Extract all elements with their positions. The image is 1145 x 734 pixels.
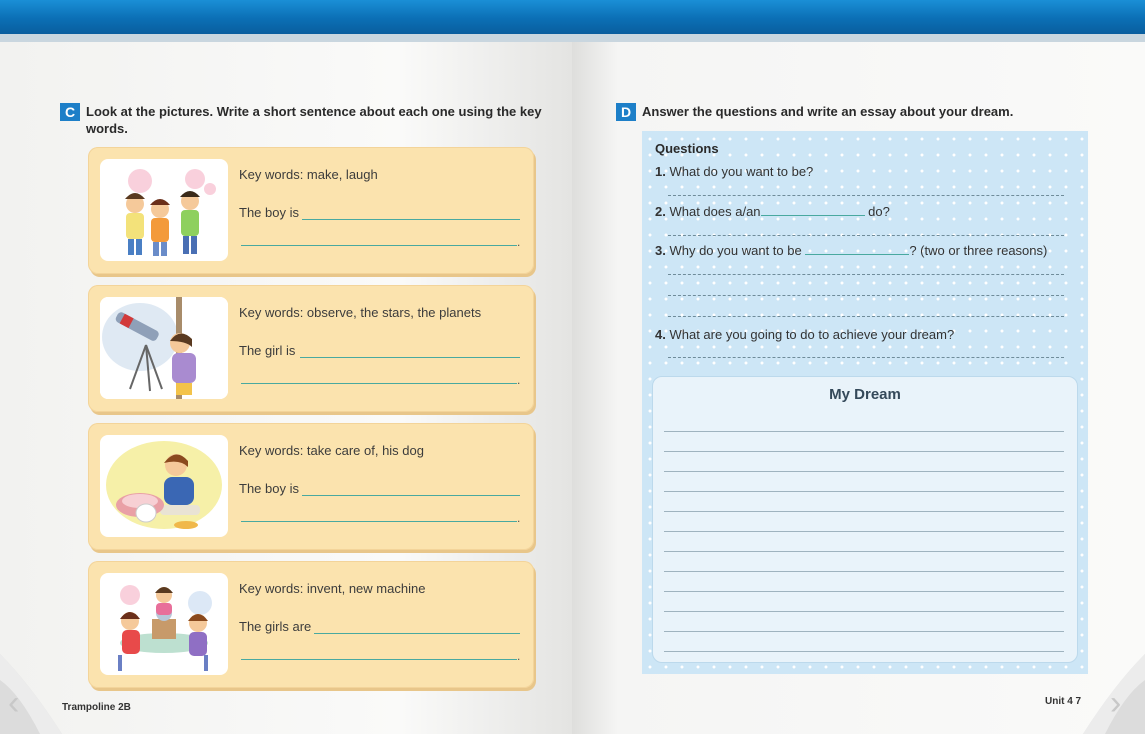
card-1-keywords: Key words: make, laugh [239, 167, 378, 182]
card-3-prompt: The boy is [239, 481, 299, 496]
section-d-badge: D [616, 103, 636, 121]
exercise-card-2: Key words: observe, the stars, the plane… [88, 285, 534, 412]
question-4-answer-line[interactable] [668, 357, 1064, 358]
chevron-right-icon[interactable]: › [1110, 684, 1121, 723]
exercise-card-4: Key words: invent, new machine The girls… [88, 561, 534, 688]
exercise-card-3: Key words: take care of, his dog The boy… [88, 423, 534, 550]
card-3-answer-line-2[interactable] [241, 521, 517, 522]
question-2-text-after: do? [868, 204, 890, 219]
card-4-answer-line-1[interactable] [314, 633, 520, 634]
section-d-instruction: Answer the questions and write an essay … [642, 104, 1014, 119]
question-1-number: 1. [655, 164, 666, 179]
question-3: 3. Why do you want to be ? (two or three… [655, 243, 1047, 258]
question-3-text-after: ? (two or three reasons) [909, 243, 1048, 258]
exercise-card-1: Key words: make, laugh The boy is . [88, 147, 534, 274]
question-1-text: What do you want to be? [669, 164, 814, 179]
question-2-blank[interactable] [760, 204, 865, 216]
essay-line[interactable] [664, 571, 1064, 572]
card-2-keywords: Key words: observe, the stars, the plane… [239, 305, 482, 320]
chevron-left-icon[interactable]: ‹ [8, 684, 19, 723]
question-3-number: 3. [655, 243, 666, 258]
picture-girls-inventing [100, 573, 228, 675]
essay-line[interactable] [664, 651, 1064, 652]
picture-girl-telescope [100, 297, 228, 399]
top-banner [0, 0, 1145, 34]
my-dream-title: My Dream [829, 386, 901, 403]
essay-line[interactable] [664, 511, 1064, 512]
section-c-instruction-line1: Look at the pictures. Write a short sent… [86, 104, 542, 119]
card-1-prompt: The boy is [239, 205, 299, 220]
card-2-answer-line-2[interactable] [241, 383, 517, 384]
card-2-period: . [517, 373, 521, 387]
card-2-answer-line-1[interactable] [300, 357, 520, 358]
question-4-text: What are you going to do to achieve your… [669, 327, 955, 342]
left-page-footer: Trampoline 2B [62, 702, 131, 713]
card-4-prompt: The girls are [239, 619, 312, 634]
question-2-text-before: What does a/an [669, 204, 761, 219]
essay-line[interactable] [664, 631, 1064, 632]
essay-line[interactable] [664, 451, 1064, 452]
picture-boys-laughing [100, 159, 228, 261]
question-1-answer-line[interactable] [668, 195, 1064, 196]
question-4: 4. What are you going to do to achieve y… [655, 327, 954, 342]
essay-line[interactable] [664, 611, 1064, 612]
picture-boy-dog [100, 435, 228, 537]
essay-line[interactable] [664, 551, 1064, 552]
questions-title: Questions [655, 141, 719, 156]
question-2: 2. What does a/an do? [655, 204, 890, 219]
section-c-instruction-line2: words. [86, 121, 128, 136]
essay-line[interactable] [664, 491, 1064, 492]
card-4-period: . [517, 649, 521, 663]
card-1-answer-line-1[interactable] [302, 219, 520, 220]
card-4-answer-line-2[interactable] [241, 659, 517, 660]
question-3-answer-line-3[interactable] [668, 316, 1064, 317]
card-1-answer-line-2[interactable] [241, 245, 517, 246]
card-4-keywords: Key words: invent, new machine [239, 581, 426, 596]
question-1: 1. What do you want to be? [655, 164, 813, 179]
question-3-answer-line-2[interactable] [668, 295, 1064, 296]
card-3-keywords: Key words: take care of, his dog [239, 443, 424, 458]
my-dream-essay-box [652, 376, 1078, 663]
question-3-blank[interactable] [805, 243, 910, 255]
question-3-answer-line-1[interactable] [668, 274, 1064, 275]
question-2-number: 2. [655, 204, 666, 219]
question-3-text-before: Why do you want to be [669, 243, 802, 258]
card-3-period: . [517, 511, 521, 525]
question-4-number: 4. [655, 327, 666, 342]
card-3-answer-line-1[interactable] [302, 495, 520, 496]
card-2-prompt: The girl is [239, 343, 296, 358]
section-c-badge: C [60, 103, 80, 121]
card-1-period: . [517, 235, 521, 249]
question-2-answer-line[interactable] [668, 235, 1064, 236]
essay-line[interactable] [664, 431, 1064, 432]
top-banner-strip [0, 34, 1145, 42]
essay-line[interactable] [664, 531, 1064, 532]
essay-line[interactable] [664, 591, 1064, 592]
essay-line[interactable] [664, 471, 1064, 472]
